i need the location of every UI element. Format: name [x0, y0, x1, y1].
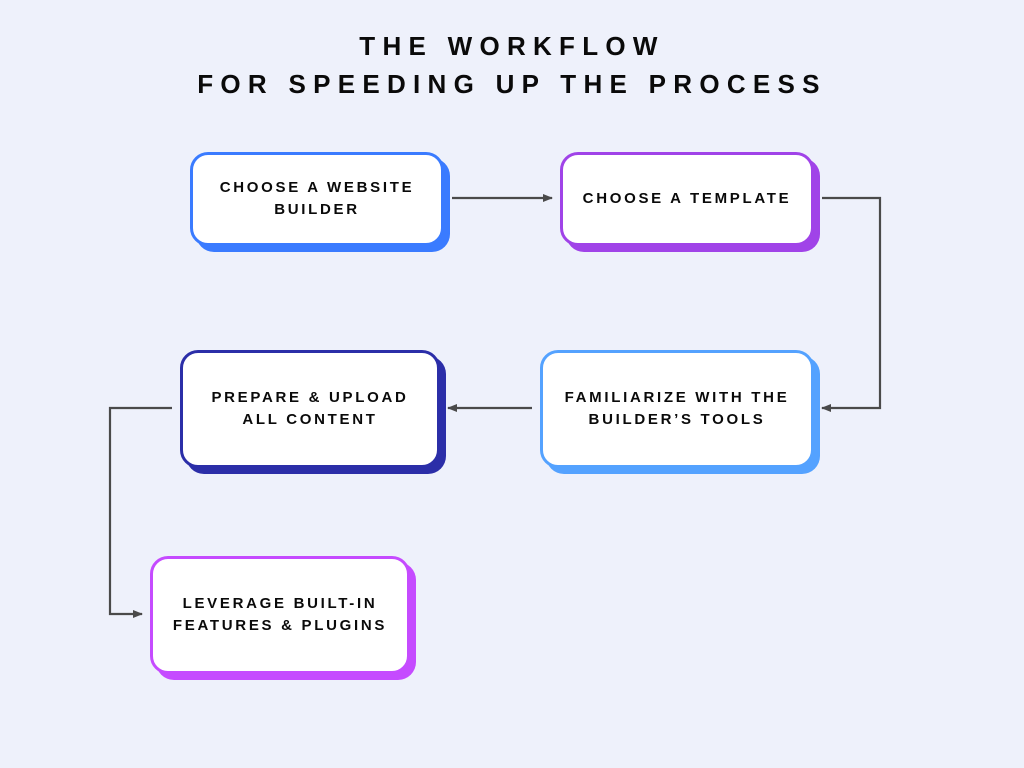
step-5-label: LEVERAGE BUILT-IN FEATURES & PLUGINS [171, 593, 389, 638]
step-4-box: PREPARE & UPLOAD ALL CONTENT [180, 350, 440, 468]
step-5-box: LEVERAGE BUILT-IN FEATURES & PLUGINS [150, 556, 410, 674]
step-4-label: PREPARE & UPLOAD ALL CONTENT [201, 387, 419, 432]
step-2-label: CHOOSE A TEMPLATE [583, 188, 792, 211]
step-2-box: CHOOSE A TEMPLATE [560, 152, 814, 246]
step-3-label: FAMILIARIZE WITH THE BUILDER’S TOOLS [561, 387, 793, 432]
step-1-box: CHOOSE A WEBSITE BUILDER [190, 152, 444, 246]
title-line-1: The workflow [359, 31, 664, 61]
diagram-title: The workflow for speeding up the process [0, 28, 1024, 103]
arrow-2-to-3 [822, 198, 880, 408]
title-line-2: for speeding up the process [197, 69, 827, 99]
step-3-box: FAMILIARIZE WITH THE BUILDER’S TOOLS [540, 350, 814, 468]
step-1-label: CHOOSE A WEBSITE BUILDER [211, 177, 423, 222]
